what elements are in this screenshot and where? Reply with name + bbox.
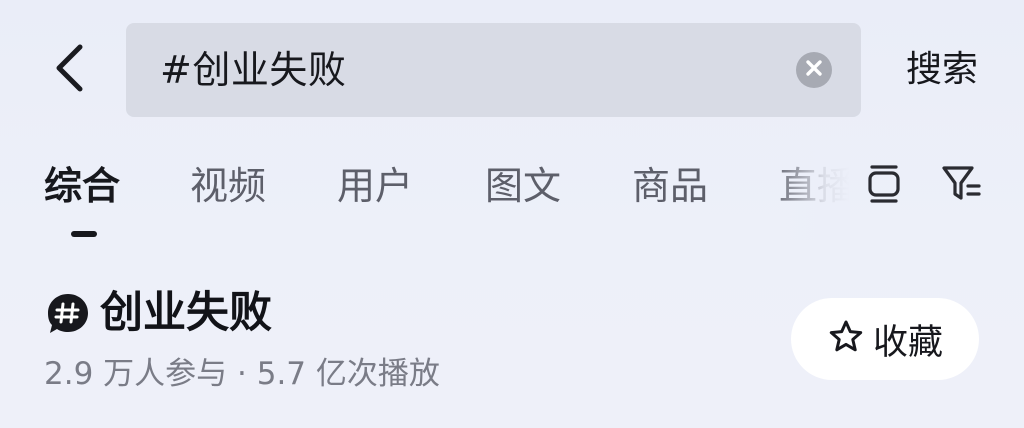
clear-search-button[interactable] (796, 52, 832, 88)
chevron-left-icon (50, 41, 90, 99)
hashtag-icon (45, 291, 91, 337)
star-outline-icon (827, 318, 865, 360)
filter-icon (939, 162, 985, 210)
search-button[interactable]: 搜索 (900, 23, 984, 117)
tab-image-text[interactable]: 图文 (485, 150, 561, 222)
tab-products[interactable]: 商品 (632, 150, 708, 222)
layout-toggle-icon (864, 162, 904, 210)
close-icon (805, 59, 823, 81)
tab-live[interactable]: 直播 (779, 150, 850, 222)
filter-button[interactable] (936, 160, 988, 212)
search-input[interactable]: #创业失败 (126, 23, 861, 117)
active-tab-indicator (71, 231, 97, 237)
tab-comprehensive[interactable]: 综合 (44, 150, 120, 222)
topic-stats: 2.9 万人参与 · 5.7 亿次播放 (44, 356, 440, 392)
layout-toggle-button[interactable] (858, 160, 910, 212)
collect-button[interactable]: 收藏 (791, 298, 979, 380)
back-button[interactable] (38, 36, 102, 104)
result-tabs: 综合 视频 用户 图文 商品 直播 (0, 150, 850, 240)
topic-title[interactable]: 创业失败 (100, 282, 272, 344)
tab-video[interactable]: 视频 (190, 150, 266, 222)
collect-label: 收藏 (872, 322, 943, 363)
tab-users[interactable]: 用户 (337, 150, 413, 222)
search-query-text: #创业失败 (160, 48, 347, 92)
